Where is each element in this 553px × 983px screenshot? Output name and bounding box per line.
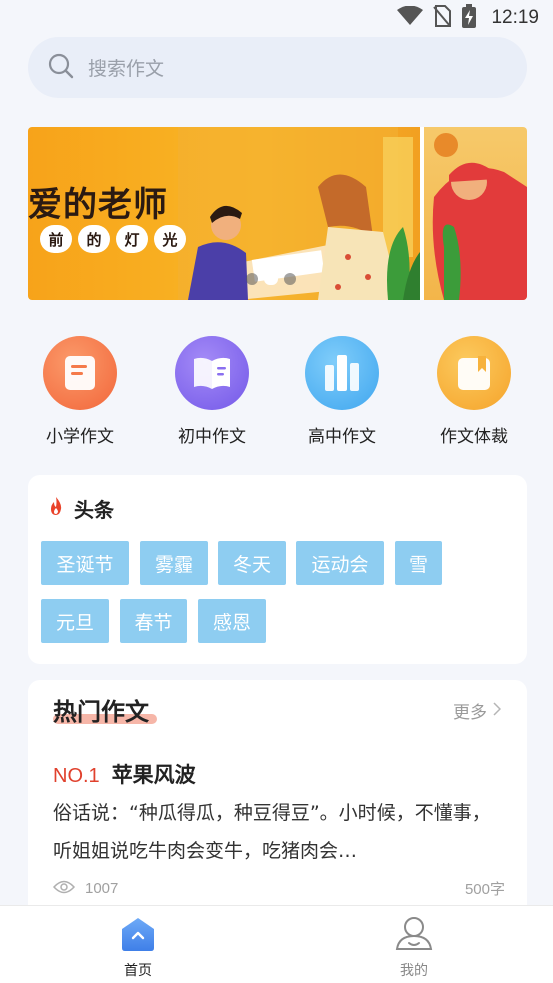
tag-chip[interactable]: 元旦: [41, 599, 109, 643]
books-icon: [305, 336, 379, 410]
banner-chips: 前 的 灯 光: [40, 225, 186, 253]
banner-chip: 灯: [116, 225, 148, 253]
word-count: 500字: [464, 881, 505, 898]
category-junior[interactable]: 初中作文: [157, 336, 267, 447]
carousel-dot[interactable]: [246, 273, 258, 285]
more-link[interactable]: 更多: [453, 698, 502, 723]
banner-next-slide[interactable]: [420, 127, 527, 300]
tag-chip[interactable]: 春节: [120, 599, 187, 643]
nav-profile[interactable]: 我的: [374, 916, 454, 980]
category-label: 高中作文: [308, 427, 376, 447]
banner-carousel[interactable]: 爱的老师 前 的 灯 光: [28, 127, 527, 300]
hot-essays-card: 热门作文 更多 NO.1 苹果风波 俗话说：“种瓜得瓜，种豆得豆”。小时候，不懂…: [28, 680, 527, 910]
no-sim-icon: [433, 5, 452, 31]
banner-chip: 光: [154, 225, 186, 253]
book-icon: [175, 336, 249, 410]
home-icon: [120, 916, 156, 956]
tag-chip[interactable]: 雪: [395, 541, 442, 585]
flame-icon: [48, 496, 64, 521]
tag-chip[interactable]: 冬天: [218, 541, 286, 585]
carousel-dot-active[interactable]: [264, 273, 278, 285]
headlines-card: 头条 圣诞节 雾霾 冬天 运动会 雪 元旦 春节 感恩: [28, 475, 527, 664]
search-bar[interactable]: 搜索作文: [28, 37, 527, 98]
essay-heading[interactable]: NO.1 苹果风波: [53, 759, 196, 789]
bottom-nav: 首页 我的: [0, 905, 553, 983]
essay-excerpt[interactable]: 俗话说：“种瓜得瓜，种豆得豆”。小时候，不懂事，听姐姐说吃牛肉会变牛，吃猪肉会…: [53, 794, 508, 870]
views-count: 1007: [52, 880, 119, 898]
views-value: 1007: [85, 880, 119, 897]
category-genre[interactable]: 作文体裁: [419, 336, 529, 447]
essay-title[interactable]: 苹果风波: [112, 759, 196, 789]
document-icon: [43, 336, 117, 410]
bookmark-note-icon: [437, 336, 511, 410]
carousel-indicator: [246, 273, 296, 285]
category-senior[interactable]: 高中作文: [287, 336, 397, 447]
banner-chip: 的: [78, 225, 110, 253]
carousel-dot[interactable]: [284, 273, 296, 285]
banner-title: 爱的老师: [28, 185, 168, 225]
headlines-title: 头条: [74, 498, 114, 522]
tag-chip[interactable]: 感恩: [198, 599, 266, 643]
tag-chip[interactable]: 运动会: [296, 541, 384, 585]
category-primary[interactable]: 小学作文: [25, 336, 135, 447]
nav-home-label[interactable]: 首页: [124, 960, 152, 980]
category-label: 作文体裁: [440, 427, 508, 447]
search-icon: [48, 53, 74, 83]
battery-charging-icon: [461, 4, 477, 32]
eye-icon: [52, 880, 76, 898]
profile-icon: [394, 916, 434, 956]
nav-profile-label[interactable]: 我的: [400, 960, 428, 980]
search-placeholder[interactable]: 搜索作文: [88, 54, 164, 81]
chevron-right-icon: [493, 701, 502, 721]
hot-essays-title: 热门作文: [53, 698, 149, 726]
banner-slide[interactable]: 爱的老师 前 的 灯 光: [28, 127, 420, 300]
essay-rank: NO.1: [53, 765, 100, 787]
status-bar: 12:19: [0, 0, 553, 36]
status-time: 12:19: [491, 7, 539, 28]
more-label[interactable]: 更多: [453, 698, 487, 723]
wifi-icon: [397, 5, 424, 30]
category-label: 初中作文: [178, 427, 246, 447]
category-label: 小学作文: [46, 427, 114, 447]
tag-chip[interactable]: 圣诞节: [41, 541, 129, 585]
essay-meta: 1007 500字: [52, 878, 505, 899]
banner-chip: 前: [40, 225, 72, 253]
nav-home[interactable]: 首页: [98, 916, 178, 980]
tag-chip[interactable]: 雾霾: [140, 541, 208, 585]
headlines-header: 头条: [48, 494, 114, 523]
